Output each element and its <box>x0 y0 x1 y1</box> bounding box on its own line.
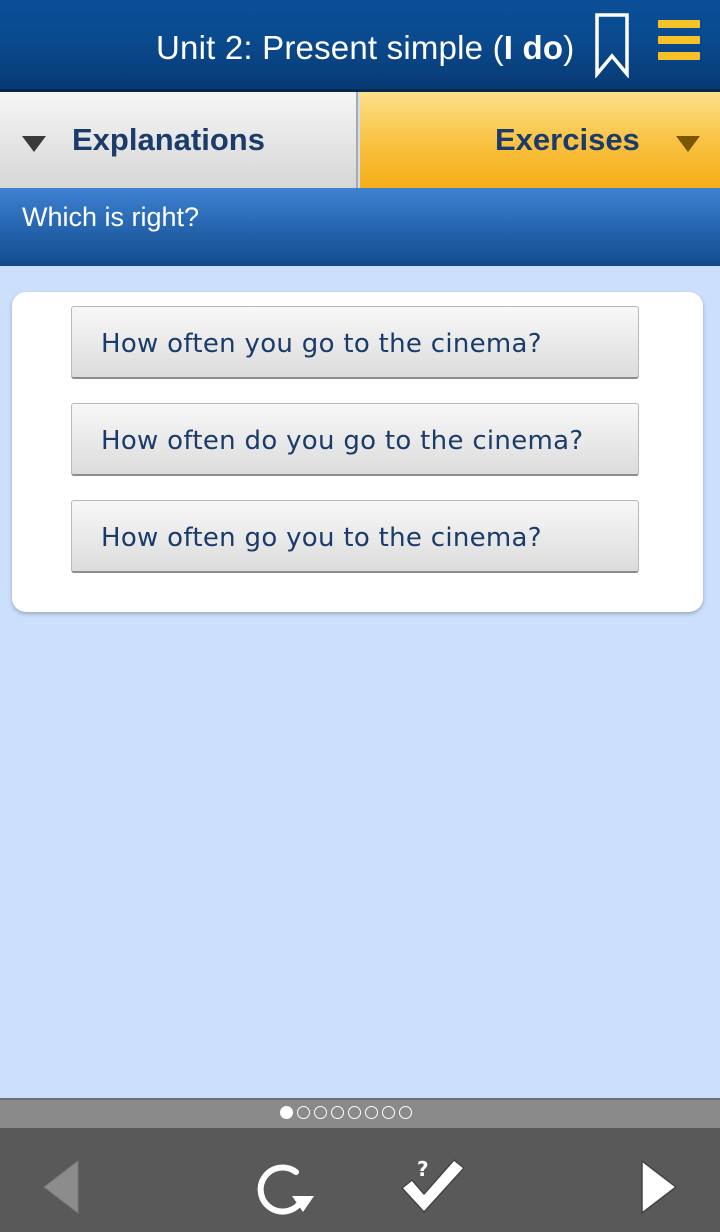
title-prefix: Unit 2: Present simple ( <box>156 29 504 66</box>
check-answers-icon[interactable]: ? <box>398 1156 468 1220</box>
page-indicator-bar <box>0 1098 720 1128</box>
answer-option-2[interactable]: How often do you go to the cinema? <box>71 403 639 476</box>
answer-option-label: How often you go to the cinema? <box>101 329 542 359</box>
reset-icon[interactable] <box>252 1158 320 1224</box>
page-dot[interactable] <box>314 1106 327 1119</box>
answer-option-1[interactable]: How often you go to the cinema? <box>71 306 639 379</box>
menu-icon[interactable] <box>658 20 700 64</box>
page-dot[interactable] <box>280 1106 293 1119</box>
question-prompt: Which is right? <box>22 202 200 232</box>
previous-icon[interactable] <box>40 1158 82 1220</box>
chevron-down-icon <box>676 136 700 152</box>
tab-exercises-label: Exercises <box>495 122 640 157</box>
tab-explanations-label: Explanations <box>72 122 265 157</box>
title-suffix: ) <box>563 29 575 66</box>
page-dot[interactable] <box>297 1106 310 1119</box>
answer-option-label: How often do you go to the cinema? <box>101 426 584 456</box>
page-dot[interactable] <box>382 1106 395 1119</box>
answer-option-3[interactable]: How often go you to the cinema? <box>71 500 639 573</box>
title-bold: I do <box>503 29 564 66</box>
page-dots <box>280 1106 412 1122</box>
page-dot[interactable] <box>365 1106 378 1119</box>
tab-exercises[interactable]: Exercises <box>360 92 720 188</box>
page-dot[interactable] <box>348 1106 361 1119</box>
tab-bar: Explanations Exercises <box>0 92 720 188</box>
chevron-down-icon <box>22 136 46 152</box>
question-bar: Which is right? <box>0 188 720 266</box>
answer-option-label: How often go you to the cinema? <box>101 523 542 553</box>
page-title: Unit 2: Present simple (I do) <box>156 28 574 68</box>
check-question-mark: ? <box>417 1157 429 1181</box>
answer-card: How often you go to the cinema? How ofte… <box>12 292 703 612</box>
app-header: Unit 2: Present simple (I do) <box>0 0 720 92</box>
bookmark-icon[interactable] <box>594 12 630 79</box>
next-icon[interactable] <box>638 1158 680 1220</box>
page-dot[interactable] <box>399 1106 412 1119</box>
tab-explanations[interactable]: Explanations <box>0 92 358 188</box>
bottom-toolbar: ? <box>0 1128 720 1232</box>
page-dot[interactable] <box>331 1106 344 1119</box>
